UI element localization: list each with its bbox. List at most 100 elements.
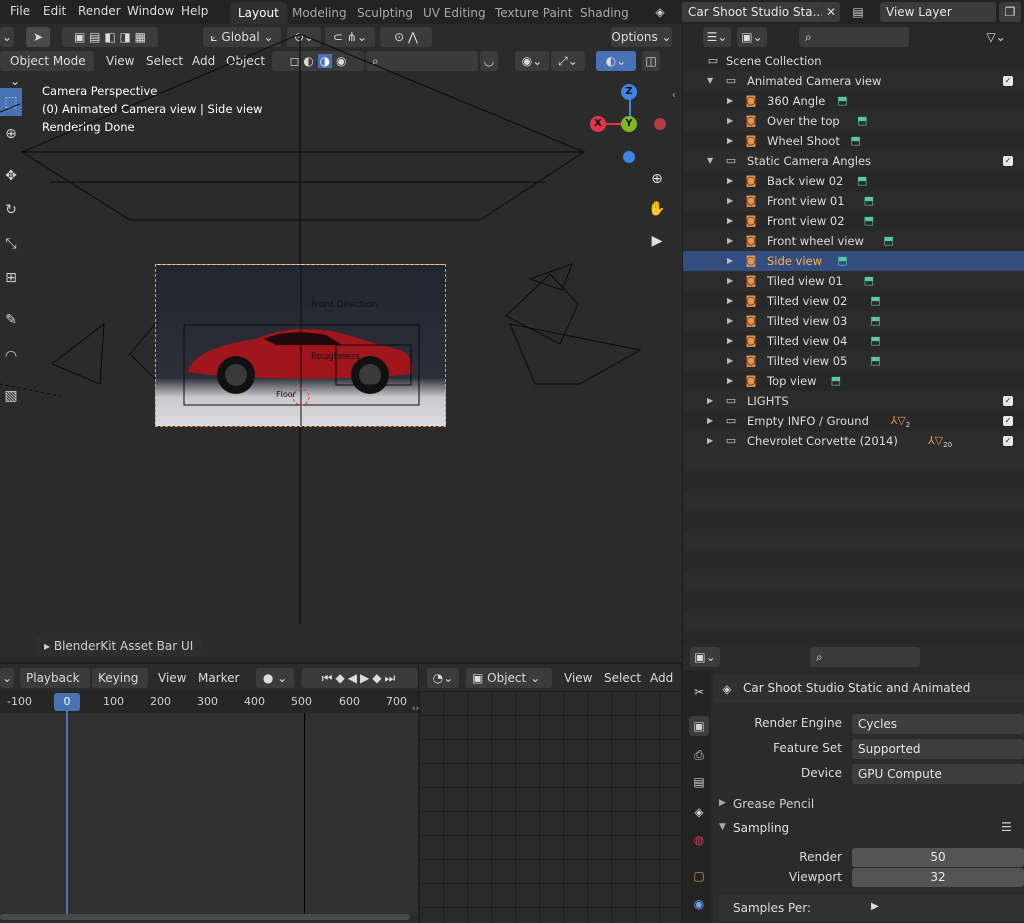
render-engine-dropdown[interactable]: Cycles <box>852 714 1024 734</box>
device-dropdown[interactable]: GPU Compute <box>852 764 1024 784</box>
sidebar-toggle-icon[interactable]: ‹ <box>672 90 676 101</box>
zoom-icon[interactable]: ⊕ <box>646 168 668 190</box>
gizmo-z-axis[interactable]: Z <box>621 84 637 100</box>
feature-set-dropdown[interactable]: Supported <box>852 739 1024 759</box>
chevron-right-icon[interactable]: ▶ <box>727 211 737 231</box>
chevron-right-icon[interactable]: ▶ <box>727 111 737 131</box>
outliner-row[interactable]: ▶ ▭ LIGHTS ✓ <box>683 391 1024 411</box>
keyframe-area[interactable] <box>0 713 418 915</box>
render-samples-field[interactable]: 50 <box>852 848 1024 867</box>
samples-per-section[interactable]: Samples Per: ▶ <box>719 895 1024 921</box>
chevron-right-icon[interactable]: ▶ <box>727 131 737 151</box>
playback-menu[interactable]: Playback ⌄ <box>20 668 90 705</box>
view-layer-field[interactable]: View Layer <box>880 2 996 22</box>
tab-layout[interactable]: Layout <box>230 2 287 24</box>
gizmo-y-axis[interactable]: Y <box>621 116 637 132</box>
view-layer-icon[interactable]: ▤ <box>850 4 866 20</box>
object-tab-icon[interactable]: ▢ <box>689 866 709 886</box>
properties-editor-type-icon[interactable]: ▣⌄ <box>690 647 720 667</box>
node-editor-type-icon[interactable]: ◔⌄ <box>427 668 459 688</box>
chevron-right-icon[interactable]: ▶ <box>707 431 717 451</box>
camera-data-icon[interactable]: ⬒ <box>854 113 870 129</box>
view-layer-tab-icon[interactable]: ▤ <box>689 772 709 792</box>
asset-bar-button[interactable]: ▸ BlenderKit Asset Bar UI <box>36 635 202 657</box>
tab-modeling[interactable]: Modeling <box>284 2 355 24</box>
chevron-right-icon[interactable]: ▶ <box>727 371 737 391</box>
outliner-row[interactable]: ▼ ▭ Static Camera Angles ✓ <box>683 151 1024 171</box>
node-menu-view[interactable]: View <box>564 671 592 685</box>
object-type-dropdown[interactable]: ▣ Object ⌄ <box>466 668 552 688</box>
camera-data-icon[interactable]: ⬒ <box>834 253 850 269</box>
camera-data-icon[interactable]: ⬒ <box>828 373 844 389</box>
chevron-right-icon[interactable]: ▶ <box>727 271 737 291</box>
camera-data-icon[interactable]: ⬒ <box>861 213 877 229</box>
camera-view-frame[interactable]: Front Direction Roughness Floor <box>155 264 446 427</box>
node-editor[interactable]: ◔⌄ ▣ Object ⌄ View Select Add <box>419 664 681 923</box>
outliner-editor-type-icon[interactable]: ☰⌄ <box>703 27 731 47</box>
camera-data-icon[interactable]: ⬒ <box>867 293 883 309</box>
playback-controls[interactable]: ⏮◆◀▶◆⏭ <box>302 668 418 688</box>
outliner-row[interactable]: ▶ ◙ Front wheel view ⬒ <box>683 231 1024 251</box>
camera-data-icon[interactable]: ⬒ <box>867 313 883 329</box>
menu-help[interactable]: Help <box>181 4 208 18</box>
collection-checkbox[interactable]: ✓ <box>1003 156 1013 166</box>
outliner-row[interactable]: ▶ ◙ Tilted view 05 ⬒ <box>683 351 1024 371</box>
chevron-down-icon[interactable]: ▼ <box>707 151 717 171</box>
camera-data-icon[interactable]: ⬒ <box>848 133 864 149</box>
chevron-right-icon[interactable]: ▶ <box>707 411 717 431</box>
outliner-row[interactable]: ▶ ◙ Wheel Shoot ⬒ <box>683 131 1024 151</box>
properties-search-input[interactable]: ⌕ <box>810 647 920 667</box>
camera-data-icon[interactable]: ⬒ <box>861 193 877 209</box>
chevron-right-icon[interactable]: ▶ <box>727 251 737 271</box>
physics-tab-icon[interactable]: ◉ <box>689 894 709 914</box>
record-keyframe-icon[interactable]: ● ⌄ <box>256 668 294 688</box>
close-scene-icon[interactable]: ✕ <box>822 2 840 22</box>
sampling-section[interactable]: ▼ Sampling ☰ <box>713 818 1024 840</box>
chevron-down-icon[interactable]: ▼ <box>707 71 717 91</box>
tab-texture-paint[interactable]: Texture Paint <box>487 2 580 24</box>
timeline-scrollbar[interactable] <box>0 914 410 920</box>
collection-checkbox[interactable]: ✓ <box>1003 436 1013 446</box>
chevron-right-icon[interactable]: ▶ <box>727 171 737 191</box>
chevron-right-icon[interactable]: ▶ <box>727 231 737 251</box>
node-menu-add[interactable]: Add <box>650 671 673 685</box>
render-tab-icon[interactable]: ▣ <box>689 716 709 736</box>
playhead-line[interactable] <box>66 694 68 914</box>
menu-render[interactable]: Render <box>78 4 121 18</box>
list-options-icon[interactable]: ☰ <box>1001 820 1012 834</box>
camera-data-icon[interactable]: ⬒ <box>867 353 883 369</box>
outliner-row[interactable]: ▶ ◙ Tilted view 03 ⬒ <box>683 311 1024 331</box>
gizmo-x-axis[interactable]: X <box>590 116 606 132</box>
chevron-right-icon[interactable]: ▶ <box>727 291 737 311</box>
camera-data-icon[interactable]: ⬒ <box>834 93 850 109</box>
outliner-filter-icon[interactable]: ▽⌄ <box>981 27 1011 47</box>
outliner-row[interactable]: ▶ ◙ Side view ⬒ <box>683 251 1024 271</box>
tab-sculpting[interactable]: Sculpting <box>349 2 421 24</box>
chevron-right-icon[interactable]: ▶ <box>727 91 737 111</box>
menu-edit[interactable]: Edit <box>43 4 66 18</box>
collection-checkbox[interactable]: ✓ <box>1003 76 1013 86</box>
camera-data-icon[interactable]: ⬒ <box>854 173 870 189</box>
scene-name-field[interactable]: Car Shoot Studio Sta... <box>682 2 824 22</box>
timeline-menu-view[interactable]: View <box>158 671 186 685</box>
camera-data-icon[interactable]: ⬒ <box>861 273 877 289</box>
new-view-layer-icon[interactable]: ❐ <box>999 2 1021 22</box>
display-mode-icon[interactable]: ▣⌄ <box>737 27 767 47</box>
3d-viewport[interactable]: ⌄ ➤ ▣ ▤ ◧ ◨ ▦ ⟀ Global ⌄ ⊙⌄ ⊂ ⋔⌄ ⊙ ⋀ Opt… <box>0 24 682 662</box>
tab-uv-editing[interactable]: UV Editing <box>415 2 494 24</box>
child-objects-icon[interactable]: ⅄▽20 <box>922 433 958 449</box>
outliner-row[interactable]: ▶ ◙ 360 Angle ⬒ <box>683 91 1024 111</box>
timeline-editor-type-icon[interactable]: ⌄ <box>0 668 14 688</box>
chevron-right-icon[interactable]: ▶ <box>727 191 737 211</box>
scene-tab-icon[interactable]: ◈ <box>689 802 709 822</box>
collection-checkbox[interactable]: ✓ <box>1003 416 1013 426</box>
outliner-row[interactable]: ▶ ◙ Tilted view 04 ⬒ <box>683 331 1024 351</box>
chevron-right-icon[interactable]: ▶ <box>727 351 737 371</box>
outliner-row[interactable]: ▶ ◙ Over the top ⬒ <box>683 111 1024 131</box>
keying-menu[interactable]: Keying ⌄ <box>92 668 148 705</box>
outliner-row[interactable]: ▶ ◙ Tilted view 02 ⬒ <box>683 291 1024 311</box>
viewport-samples-field[interactable]: 32 <box>852 868 1024 887</box>
current-frame-indicator[interactable]: 0 <box>54 693 80 711</box>
chevron-right-icon[interactable]: ▶ <box>727 331 737 351</box>
scene-icon[interactable]: ◈ <box>652 4 668 20</box>
